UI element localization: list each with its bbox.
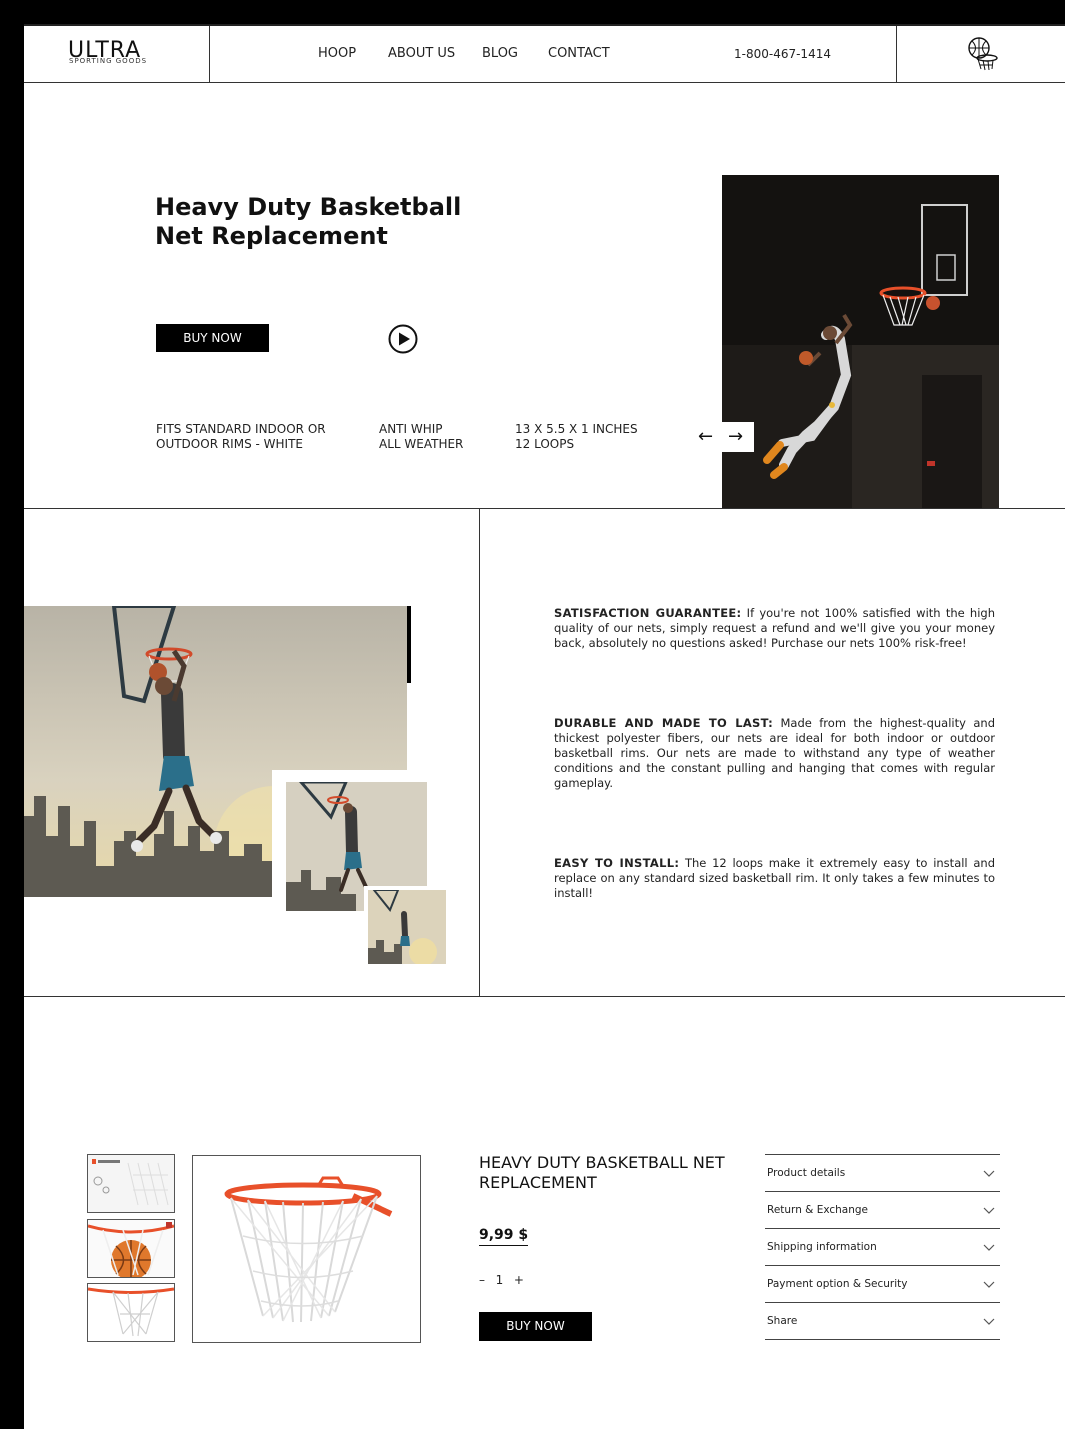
accordion-product-details[interactable]: Product details [765, 1155, 1000, 1192]
nav-blog[interactable]: BLOG [482, 46, 518, 61]
chevron-down-icon [983, 1318, 995, 1325]
hero-title: Heavy Duty Basketball Net Replacement [155, 193, 462, 250]
chevron-down-icon [983, 1244, 995, 1251]
section-divider [479, 509, 480, 996]
play-icon[interactable] [388, 324, 418, 354]
benefit-heading: SATISFACTION GUARANTEE: [554, 606, 742, 620]
phone-number[interactable]: 1-800-467-1414 [734, 47, 831, 61]
logo[interactable]: ULTRA SPORTING GOODS [24, 26, 210, 82]
feature-durability: ANTI WHIP ALL WEATHER [379, 422, 464, 451]
product-main-image [192, 1155, 421, 1343]
feature-fit: FITS STANDARD INDOOR OR OUTDOOR RIMS - W… [156, 422, 326, 451]
product-price: 9,99 $ [479, 1227, 529, 1246]
accordion-share[interactable]: Share [765, 1303, 1000, 1340]
quantity-stepper: – 1 + [479, 1273, 525, 1287]
hero-dunk-photo [722, 175, 999, 508]
product-section: HEAVY DUTY BASKETBALL NET REPLACEMENT 9,… [24, 997, 1065, 1429]
page: ULTRA SPORTING GOODS HOOP ABOUT US BLOG … [24, 24, 1065, 1429]
product-info-accordion: Product details Return & Exchange Shippi… [765, 1154, 1000, 1340]
accordion-label: Product details [767, 1167, 846, 1179]
benefits-section: SATISFACTION GUARANTEE: If you're not 10… [24, 509, 1065, 997]
benefit-install: EASY TO INSTALL: The 12 loops make it ex… [554, 856, 995, 901]
accordion-payment-security[interactable]: Payment option & Security [765, 1266, 1000, 1303]
accent-bar [407, 606, 411, 683]
carousel-arrows: ← → [692, 422, 754, 452]
product-thumbnail-packaging[interactable] [87, 1154, 175, 1213]
accordion-return-exchange[interactable]: Return & Exchange [765, 1192, 1000, 1229]
icon-cell [896, 26, 1065, 82]
benefit-satisfaction: SATISFACTION GUARANTEE: If you're not 10… [554, 606, 995, 651]
benefit-durable: DURABLE AND MADE TO LAST: Made from the … [554, 716, 995, 791]
quantity-value: 1 [495, 1273, 505, 1287]
hero-buy-now-button[interactable]: BUY NOW [156, 324, 269, 352]
feature-dimensions: 13 X 5.5 X 1 INCHES 12 LOOPS [515, 422, 638, 451]
accordion-label: Payment option & Security [767, 1278, 908, 1290]
product-title: HEAVY DUTY BASKETBALL NET REPLACEMENT [479, 1153, 725, 1192]
quantity-increase-button[interactable]: + [514, 1273, 525, 1287]
gallery-image-small[interactable] [364, 886, 448, 966]
accordion-label: Share [767, 1315, 798, 1327]
chevron-down-icon [983, 1170, 995, 1177]
chevron-down-icon [983, 1281, 995, 1288]
accordion-label: Return & Exchange [767, 1204, 869, 1216]
logo-tagline: SPORTING GOODS [69, 57, 148, 65]
product-thumbnail-net[interactable] [87, 1283, 175, 1342]
hero-section: Heavy Duty Basketball Net Replacement BU… [24, 81, 1065, 509]
benefit-heading: EASY TO INSTALL: [554, 856, 680, 870]
basketball-hoop-icon[interactable] [963, 34, 1003, 74]
nav-contact[interactable]: CONTACT [548, 46, 610, 61]
arrow-left-icon[interactable]: ← [698, 422, 713, 452]
accordion-label: Shipping information [767, 1241, 877, 1253]
chevron-down-icon [983, 1207, 995, 1214]
site-header: ULTRA SPORTING GOODS HOOP ABOUT US BLOG … [24, 24, 1065, 83]
benefit-heading: DURABLE AND MADE TO LAST: [554, 716, 774, 730]
accordion-shipping-information[interactable]: Shipping information [765, 1229, 1000, 1266]
nav-about-us[interactable]: ABOUT US [388, 46, 455, 61]
quantity-decrease-button[interactable]: – [479, 1273, 486, 1287]
arrow-right-icon[interactable]: → [728, 422, 743, 452]
nav-hoop[interactable]: HOOP [318, 46, 356, 61]
product-buy-now-button[interactable]: BUY NOW [479, 1312, 592, 1341]
product-thumbnail-ball[interactable] [87, 1219, 175, 1278]
